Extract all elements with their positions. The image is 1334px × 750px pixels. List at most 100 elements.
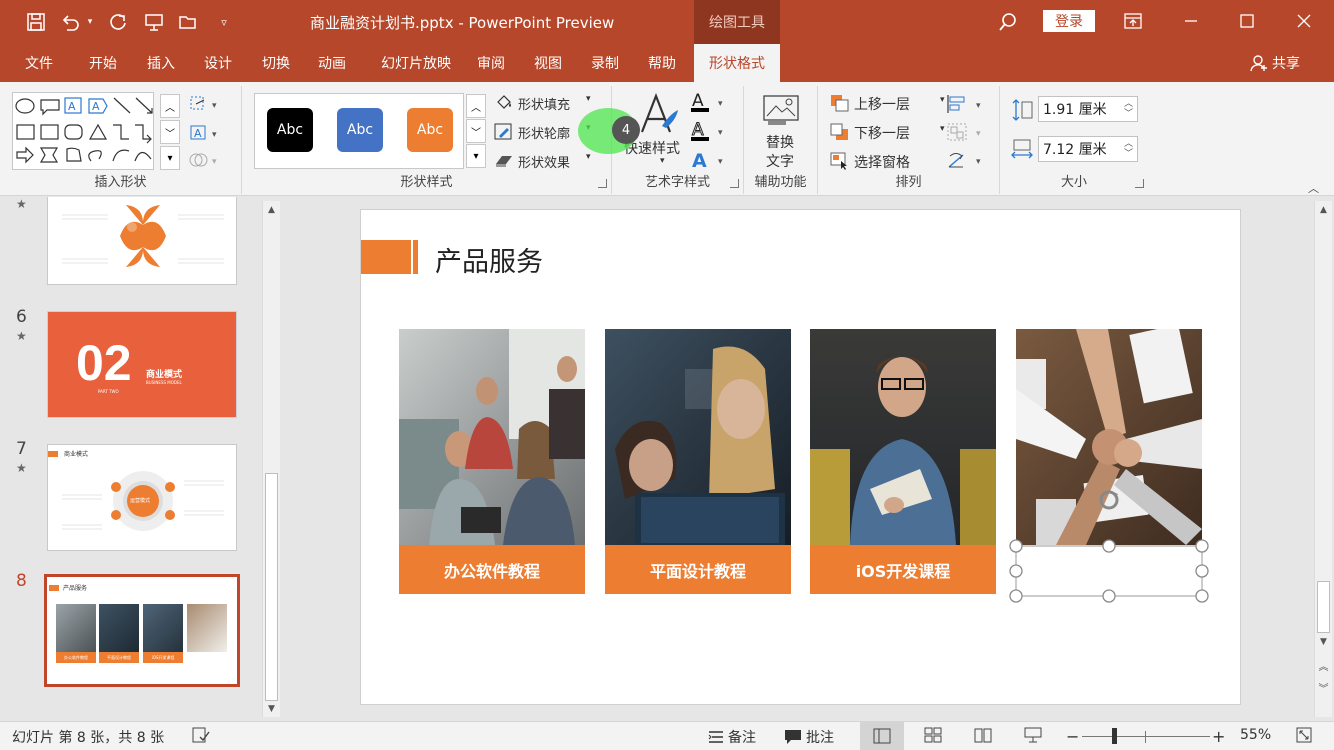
width-spinner[interactable]: ︿ ﹀ — [1124, 139, 1133, 159]
slide-8-title: 产品服务 — [63, 585, 88, 592]
undo-dropdown-icon[interactable]: ▾ — [82, 8, 98, 36]
share-button[interactable]: 共享 — [1250, 44, 1300, 82]
group-size: 1.91 厘米 ︿ ﹀ 7.12 厘米 ︿ ﹀ 大小 — [1000, 86, 1148, 194]
close-icon[interactable] — [1287, 6, 1321, 36]
styles-scroll-down[interactable]: ﹀ — [466, 119, 486, 143]
shape-width-input[interactable]: 7.12 厘米 ︿ ﹀ — [1038, 136, 1138, 162]
selection-pane-button[interactable]: 选择窗格 — [830, 150, 940, 172]
tab-file[interactable]: 文件 — [12, 44, 66, 82]
thumbnail-scroll-up-icon[interactable]: ▲ — [263, 201, 280, 218]
zoom-slider-thumb[interactable] — [1112, 728, 1117, 744]
product-card-1[interactable]: 办公软件教程 — [399, 329, 585, 594]
tab-review[interactable]: 审阅 — [466, 44, 516, 82]
card-4-label[interactable] — [1016, 545, 1202, 594]
tab-shape-format[interactable]: 形状格式 — [694, 44, 780, 82]
tab-design[interactable]: 设计 — [193, 44, 243, 82]
tab-insert[interactable]: 插入 — [136, 44, 186, 82]
present-icon[interactable] — [140, 8, 168, 36]
save-icon[interactable] — [22, 8, 50, 36]
shape-fill-button[interactable]: 形状填充 ▾ — [494, 92, 598, 114]
bring-forward-button[interactable]: 上移一层 ▾ — [830, 92, 945, 114]
style-black[interactable]: Abc — [267, 108, 313, 152]
normal-view-icon[interactable] — [860, 722, 904, 750]
alt-text-button[interactable]: 替换 文字 — [750, 90, 812, 170]
search-icon[interactable] — [994, 8, 1022, 36]
shapes-scroll-down[interactable]: ﹀ — [160, 120, 180, 144]
thumbnail-scrollbar[interactable]: ▲ ▼ — [262, 201, 280, 717]
shape-height-input[interactable]: 1.91 厘米 ︿ ﹀ — [1038, 96, 1138, 122]
shapes-gallery[interactable]: A A — [12, 92, 154, 170]
text-outline-icon[interactable]: A ▾ — [690, 119, 730, 147]
slide-thumb-8-selected[interactable]: 产品服务 办公软件教程 平面设计教程 iOS开发课程 — [44, 574, 240, 687]
login-button[interactable]: 登录 — [1043, 10, 1095, 32]
window-title: 商业融资计划书.pptx - PowerPoint Preview — [310, 14, 615, 32]
collapse-ribbon-icon[interactable]: ︿ — [1308, 180, 1319, 196]
slide-thumb-5[interactable] — [47, 197, 237, 285]
slide-7-star-icon: ★ — [16, 461, 27, 475]
open-folder-icon[interactable] — [174, 8, 202, 36]
group-objects-icon[interactable]: ▾ — [946, 122, 986, 146]
previous-slide-icon[interactable]: ︽ — [1315, 657, 1332, 674]
redo-icon[interactable] — [104, 8, 132, 36]
edit-shape-icon[interactable]: ▾ — [188, 94, 222, 118]
slide-scroll-down-icon[interactable]: ▼ — [1315, 633, 1332, 650]
text-fill-icon[interactable]: A ▾ — [690, 90, 730, 118]
thumbnail-scroll-down-icon[interactable]: ▼ — [263, 700, 280, 717]
rotate-handle-icon[interactable] — [1097, 488, 1121, 514]
styles-more[interactable]: ▾ — [466, 144, 486, 168]
tab-home[interactable]: 开始 — [78, 44, 128, 82]
send-backward-button[interactable]: 下移一层 ▾ — [830, 121, 945, 143]
next-slide-icon[interactable]: ︾ — [1315, 679, 1332, 696]
art-styles-launcher[interactable] — [730, 179, 739, 188]
pencil-icon — [494, 123, 512, 140]
slide-thumb-6[interactable]: 02 商业模式 BUSINESS MODEL PART TWO — [47, 311, 237, 418]
styles-scroll-up[interactable]: ︿ — [466, 94, 486, 118]
align-icon[interactable]: ▾ — [946, 94, 986, 118]
shape-width-value: 7.12 厘米 — [1043, 142, 1107, 158]
zoom-level[interactable]: 55% — [1240, 727, 1271, 743]
accessibility-check-icon[interactable] — [192, 727, 210, 743]
slide-title[interactable]: 产品服务 — [435, 240, 543, 279]
tab-help[interactable]: 帮助 — [637, 44, 687, 82]
slide-scroll-up-icon[interactable]: ▲ — [1315, 201, 1332, 218]
tab-record[interactable]: 录制 — [580, 44, 630, 82]
product-card-3[interactable]: iOS开发课程 — [810, 329, 996, 594]
style-blue[interactable]: Abc — [337, 108, 383, 152]
slide-8-accent — [49, 585, 59, 591]
size-launcher[interactable] — [1135, 179, 1144, 188]
slide-thumb-7[interactable]: 商业模式 运营模式 — [47, 444, 237, 551]
customize-toolbar-icon[interactable]: ▿ — [210, 8, 238, 36]
reading-view-icon[interactable] — [974, 727, 992, 743]
maximize-icon[interactable] — [1230, 6, 1264, 36]
slide-thumbnail-panel: ★ 6 ★ 02 商业模式 BUSINESS MODEL PART TWO 7 … — [0, 197, 287, 721]
slideshow-view-icon[interactable] — [1024, 727, 1042, 743]
zoom-slider[interactable] — [1082, 736, 1210, 737]
slide-scroll-thumb[interactable] — [1317, 581, 1330, 633]
comments-button[interactable]: 批注 — [784, 727, 834, 747]
fit-to-window-icon[interactable] — [1296, 727, 1312, 743]
slide-6-big-number: 02 — [76, 335, 132, 391]
ribbon-display-icon[interactable] — [1116, 6, 1150, 36]
selection-pane-icon — [830, 152, 847, 170]
undo-icon[interactable] — [56, 8, 84, 36]
shape-effect-button[interactable]: 形状效果 ▾ — [494, 150, 598, 172]
shape-fill-label: 形状填充 — [518, 98, 571, 113]
zoom-in-icon[interactable]: + — [1212, 727, 1225, 746]
style-orange[interactable]: Abc — [407, 108, 453, 152]
slide-scrollbar[interactable]: ▲ ▼ ︽ ︾ — [1314, 201, 1332, 717]
tab-transitions[interactable]: 切换 — [251, 44, 301, 82]
product-card-2[interactable]: 平面设计教程 — [605, 329, 791, 594]
textbox-icon[interactable]: A ▾ — [188, 123, 222, 147]
height-spinner[interactable]: ︿ ﹀ — [1124, 99, 1133, 119]
notes-button[interactable]: 备注 — [708, 727, 756, 747]
shapes-more[interactable]: ▾ — [160, 146, 180, 170]
tab-slideshow[interactable]: 幻灯片放映 — [364, 44, 468, 82]
shape-styles-launcher[interactable] — [598, 179, 607, 188]
thumbnail-scroll-thumb[interactable] — [265, 473, 278, 701]
zoom-out-icon[interactable]: − — [1066, 727, 1079, 746]
tab-view[interactable]: 视图 — [523, 44, 573, 82]
slide-sorter-icon[interactable] — [924, 727, 942, 743]
tab-animations[interactable]: 动画 — [307, 44, 357, 82]
shapes-scroll-up[interactable]: ︿ — [160, 94, 180, 118]
minimize-icon[interactable] — [1174, 6, 1208, 36]
